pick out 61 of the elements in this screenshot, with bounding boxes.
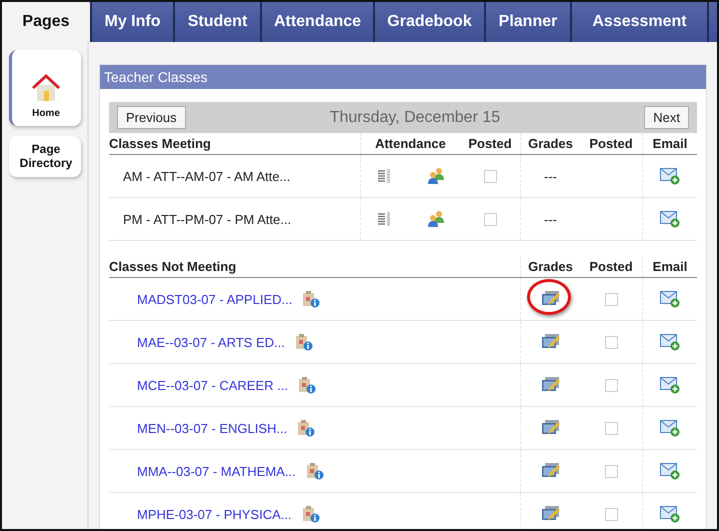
column-header: Attendance	[360, 133, 460, 154]
list-icon	[376, 168, 390, 184]
info-icon[interactable]	[306, 462, 324, 480]
tab[interactable]	[707, 2, 717, 42]
info-icon[interactable]	[298, 376, 316, 394]
column-header: Grades	[520, 133, 580, 154]
class-link[interactable]: MCE--03-07 - CAREER ...	[137, 378, 288, 392]
info-icon[interactable]	[297, 419, 316, 437]
email-icon[interactable]	[660, 210, 680, 228]
email-icon[interactable]	[660, 334, 680, 350]
tab[interactable]: My Info	[90, 2, 173, 42]
people-icon	[426, 167, 444, 185]
list-icon	[376, 211, 390, 227]
checkbox[interactable]	[604, 336, 618, 348]
tab[interactable]: Student	[173, 2, 260, 42]
tab[interactable]: Pages	[2, 2, 90, 42]
people-icon	[426, 210, 444, 228]
column-header: Posted	[588, 136, 634, 151]
checkbox[interactable]	[604, 508, 618, 520]
column-header: Email	[642, 256, 697, 277]
email-icon[interactable]	[660, 168, 680, 184]
checkbox[interactable]	[484, 170, 496, 182]
column-header: Email	[642, 133, 697, 154]
sidebar-item[interactable]: Page Directory	[8, 136, 80, 177]
tab[interactable]: Attendance	[260, 2, 373, 42]
class-link[interactable]: MADST03-07 - APPLIED...	[137, 292, 292, 306]
column-header: Posted	[467, 136, 513, 151]
house-icon	[30, 72, 62, 102]
class-link[interactable]: MEN--03-07 - ENGLISH...	[137, 420, 288, 436]
column-header: Grades	[520, 256, 580, 277]
checkbox[interactable]	[604, 378, 618, 392]
class-name: AM - ATT--AM-07 - AM Atte...	[122, 168, 292, 186]
grades-value: ---	[544, 168, 557, 184]
sidebar-item[interactable]: Home	[8, 50, 80, 126]
email-icon[interactable]	[660, 290, 680, 308]
checkbox[interactable]	[604, 292, 618, 306]
class-name: PM - ATT--PM-07 - PM Atte...	[122, 210, 292, 228]
column-header: Classes Meeting	[109, 136, 212, 151]
class-link[interactable]: MMA--03-07 - MATHEMA...	[137, 464, 296, 478]
class-link[interactable]: MAE--03-07 - ARTS ED...	[137, 334, 285, 350]
checkbox[interactable]	[604, 422, 618, 434]
checkbox[interactable]	[484, 212, 496, 226]
tab[interactable]: Gradebook	[373, 2, 484, 42]
class-link[interactable]: MPHE-03-07 - PHYSICA...	[137, 506, 292, 522]
grades-value: ---	[544, 212, 557, 226]
info-icon[interactable]	[302, 505, 320, 523]
column-header: Classes Not Meeting	[109, 259, 238, 274]
info-icon[interactable]	[302, 290, 320, 308]
email-icon[interactable]	[660, 506, 680, 522]
tab[interactable]: Assessment	[570, 2, 707, 42]
email-icon[interactable]	[660, 376, 680, 394]
email-icon[interactable]	[660, 462, 680, 480]
panel-title: Teacher Classes	[100, 65, 706, 89]
date-label: Thursday, December 15	[330, 108, 500, 126]
previous-button[interactable]: Previous	[117, 106, 186, 129]
next-button[interactable]: Next	[644, 106, 689, 129]
column-header: Posted	[588, 259, 634, 274]
checkbox[interactable]	[604, 464, 618, 478]
tab[interactable]: Planner	[484, 2, 570, 42]
email-icon[interactable]	[660, 420, 680, 436]
info-icon[interactable]	[294, 333, 313, 351]
